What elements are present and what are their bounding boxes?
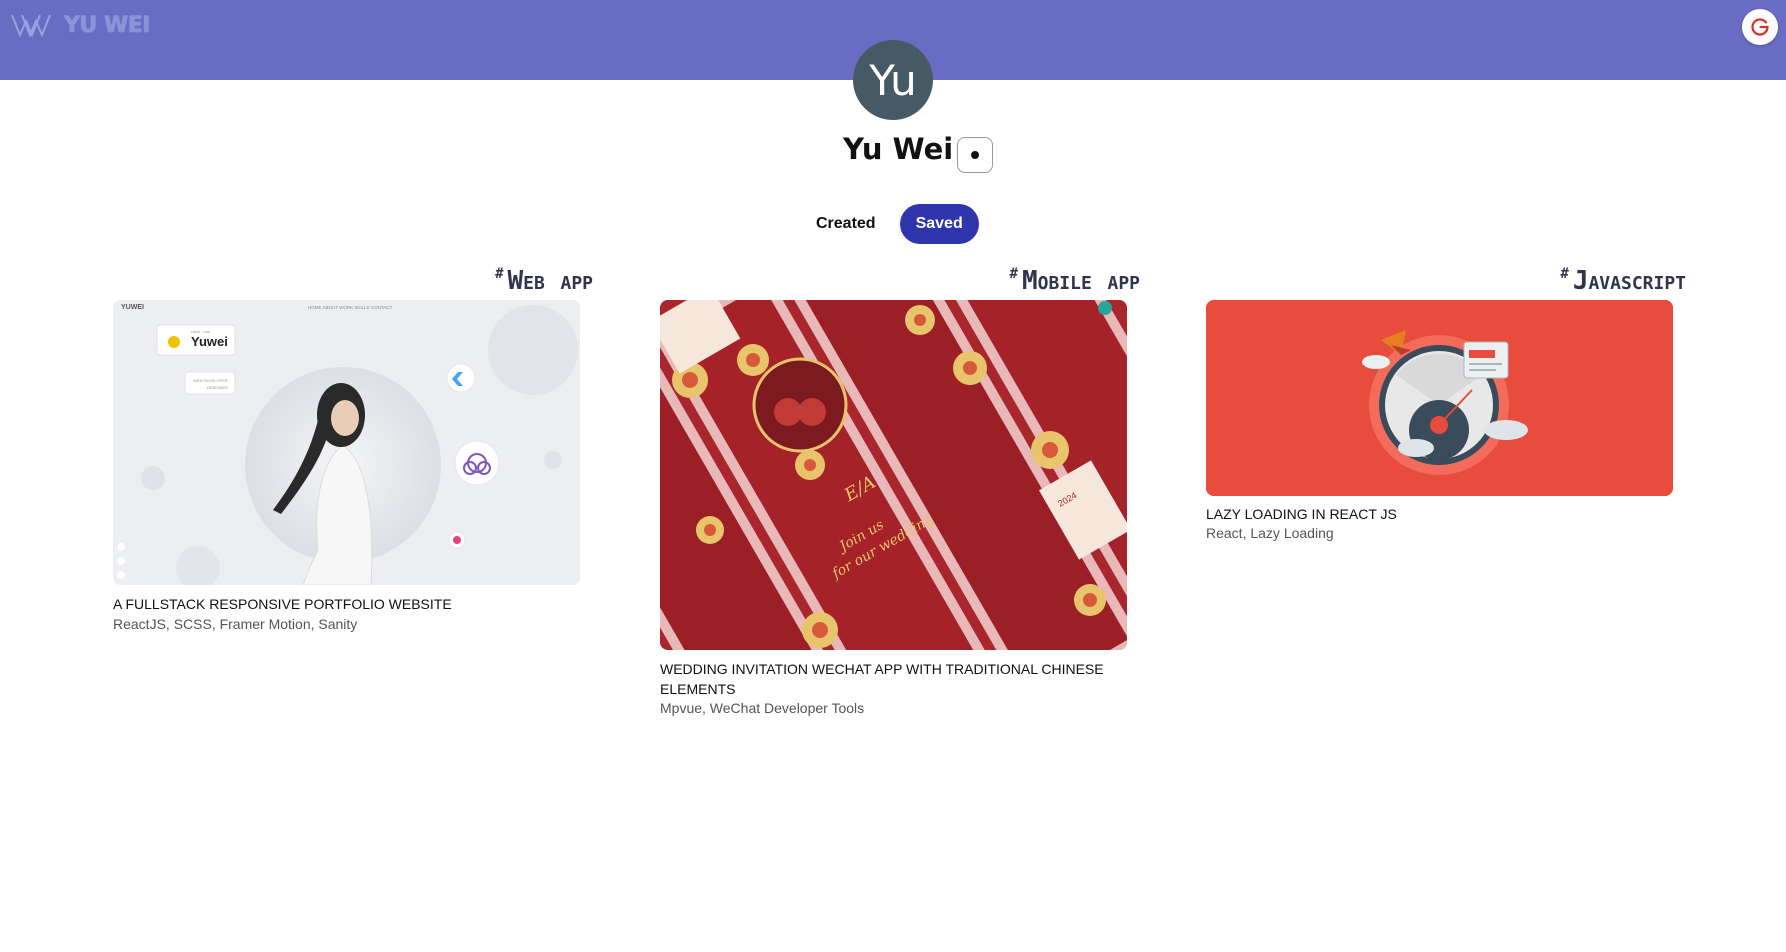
avatar: Yu: [853, 40, 933, 120]
card-tag: # Mobile app: [1009, 266, 1140, 296]
google-logout-icon: [1751, 18, 1769, 36]
wedding-app-screenshot: E/A Join us for our wedding 2024: [660, 300, 1127, 650]
card-title[interactable]: LAZY LOADING IN REACT JS: [1206, 504, 1673, 524]
logo[interactable]: YU WEI: [10, 12, 150, 38]
svg-text:DESIGNER: DESIGNER: [207, 385, 228, 390]
lazy-loading-illustration: [1206, 300, 1673, 496]
svg-text:Hello, I am: Hello, I am: [191, 329, 211, 334]
card-image[interactable]: [1206, 300, 1673, 496]
card-tag: # Javascript: [1560, 266, 1686, 296]
portfolio-screenshot: YUWEI HOME ABOUT WORK SKILLS CONTACT Yuw…: [113, 300, 580, 585]
pin-card-2[interactable]: # Mobile app E/A Join us for our wedding…: [660, 266, 1140, 726]
pin-card-3[interactable]: # Javascript LAZY LOADING IN REACT JS Rea…: [1206, 266, 1686, 556]
card-image[interactable]: E/A Join us for our wedding 2024: [660, 300, 1127, 650]
card-title[interactable]: A FULLSTACK RESPONSIVE PORTFOLIO WEBSITE: [113, 594, 580, 614]
card-tech: Mpvue, WeChat Developer Tools: [660, 700, 865, 716]
card-tag: # Web app: [495, 266, 593, 296]
avatar-initials: Yu: [869, 55, 917, 105]
user-name: Yu Wei: [843, 132, 954, 166]
card-title[interactable]: WEDDING INVITATION WECHAT APP WITH TRADI…: [660, 659, 1127, 699]
card-tech: ReactJS, SCSS, Framer Motion, Sanity: [113, 616, 358, 632]
svg-text:Yuwei: Yuwei: [191, 334, 228, 349]
logout-button[interactable]: [1742, 9, 1778, 45]
tab-saved[interactable]: Saved: [899, 204, 979, 244]
logo-text: YU WEI: [64, 12, 150, 38]
dot-icon: [971, 151, 979, 159]
svg-text:YUWEI: YUWEI: [121, 304, 144, 311]
svg-text:WEB DEVELOPER: WEB DEVELOPER: [193, 378, 228, 383]
more-options-button[interactable]: [957, 137, 993, 173]
card-image[interactable]: YUWEI HOME ABOUT WORK SKILLS CONTACT Yuw…: [113, 300, 580, 585]
w-monogram-icon: [11, 14, 51, 38]
tab-created[interactable]: Created: [800, 204, 892, 244]
profile-tabs: Created Saved: [800, 204, 979, 244]
card-tech: React, Lazy Loading: [1206, 525, 1334, 541]
svg-text:HOME ABOUT WORK SKILLS: HOME ABOUT WORK SKILLS CONTACT: [308, 305, 393, 310]
pin-card-1[interactable]: # Web app YUWEI HOME ABOUT WORK SKILLS CO…: [113, 266, 593, 636]
